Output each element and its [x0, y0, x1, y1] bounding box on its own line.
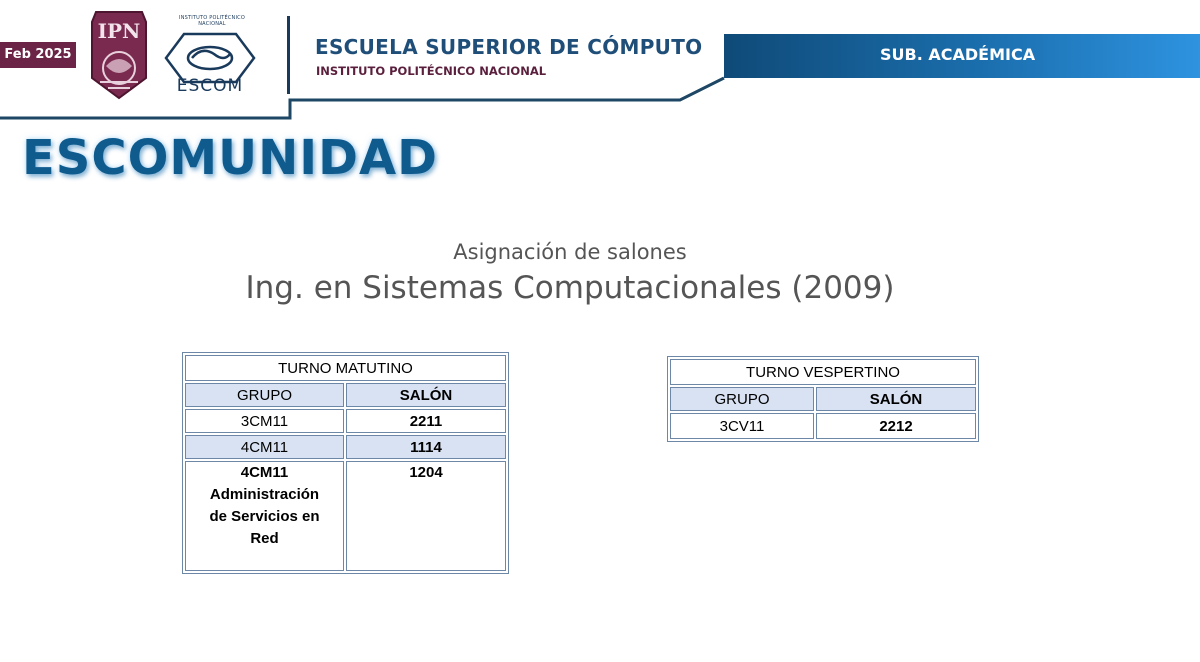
- escom-logo-caption: INSTITUTO POLITÉCNICO NACIONAL: [179, 15, 245, 27]
- group-cell: 3CV11: [670, 413, 814, 439]
- room-cell: 2211: [346, 409, 506, 433]
- table-title: TURNO VESPERTINO: [670, 359, 976, 385]
- column-header-group: GRUPO: [670, 387, 814, 411]
- evening-shift-table: TURNO VESPERTINO GRUPO SALÓN 3CV11 2212: [667, 356, 979, 442]
- column-header-room: SALÓN: [346, 383, 506, 407]
- school-name: ESCUELA SUPERIOR DE CÓMPUTO: [315, 35, 703, 59]
- header-divider: [287, 16, 290, 94]
- column-header-group: GRUPO: [185, 383, 344, 407]
- ipn-logo-text: IPN: [98, 19, 141, 43]
- table-title: TURNO MATUTINO: [185, 355, 506, 381]
- group-cell: 3CM11: [185, 409, 344, 433]
- room-cell: 2212: [816, 413, 976, 439]
- room-cell: 1204: [346, 461, 506, 571]
- table-row: 4CM11 1114: [185, 435, 506, 459]
- morning-shift-table: TURNO MATUTINO GRUPO SALÓN 3CM11 2211 4C…: [182, 352, 509, 574]
- institute-name: INSTITUTO POLITÉCNICO NACIONAL: [316, 64, 547, 78]
- room-cell: 1114: [346, 435, 506, 459]
- group-code: 4CM11: [240, 464, 289, 481]
- ipn-logo: IPN: [91, 11, 147, 100]
- table-row: 3CM11 2211: [185, 409, 506, 433]
- group-subject: Administración de Servicios en Red: [209, 486, 320, 547]
- page-subtitle: Asignación de salones: [453, 240, 687, 264]
- career-name: Ing. en Sistemas Computacionales (2009): [245, 270, 895, 306]
- column-header-room: SALÓN: [816, 387, 976, 411]
- department-label: SUB. ACADÉMICA: [880, 45, 1036, 64]
- page-title: ESCOMUNIDAD: [22, 130, 438, 186]
- group-cell: 4CM11 Administración de Servicios en Red: [185, 461, 344, 571]
- group-cell: 4CM11: [185, 435, 344, 459]
- table-row: 4CM11 Administración de Servicios en Red…: [185, 461, 506, 571]
- escom-logo-wordmark: ESCOM: [176, 76, 244, 96]
- table-row: 3CV11 2212: [670, 413, 976, 439]
- date-badge: Feb 2025: [0, 42, 76, 68]
